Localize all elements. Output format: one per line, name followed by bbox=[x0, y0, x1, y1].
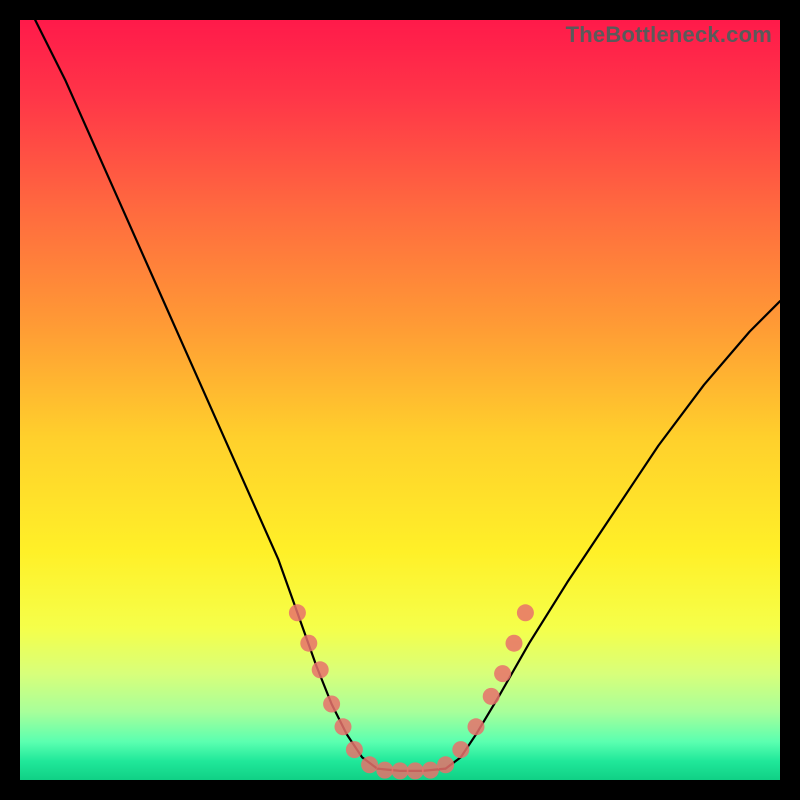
curve-marker bbox=[468, 718, 485, 735]
curve-marker bbox=[312, 661, 329, 678]
curve-marker bbox=[494, 665, 511, 682]
curve-layer bbox=[20, 20, 780, 780]
curve-marker bbox=[361, 756, 378, 773]
watermark-text: TheBottleneck.com bbox=[566, 22, 772, 48]
curve-marker bbox=[517, 604, 534, 621]
curve-marker bbox=[335, 718, 352, 735]
curve-marker bbox=[376, 762, 393, 779]
curve-marker bbox=[506, 635, 523, 652]
curve-marker bbox=[422, 762, 439, 779]
left-curve bbox=[35, 20, 377, 769]
curve-marker bbox=[407, 762, 424, 779]
curve-marker bbox=[437, 756, 454, 773]
plot-area bbox=[20, 20, 780, 780]
curve-marker bbox=[323, 696, 340, 713]
chart-frame: TheBottleneck.com bbox=[0, 0, 800, 800]
curve-marker bbox=[289, 604, 306, 621]
curve-marker bbox=[392, 762, 409, 779]
curve-marker bbox=[346, 741, 363, 758]
curve-marker bbox=[483, 688, 500, 705]
curve-marker bbox=[452, 741, 469, 758]
curve-marker bbox=[300, 635, 317, 652]
